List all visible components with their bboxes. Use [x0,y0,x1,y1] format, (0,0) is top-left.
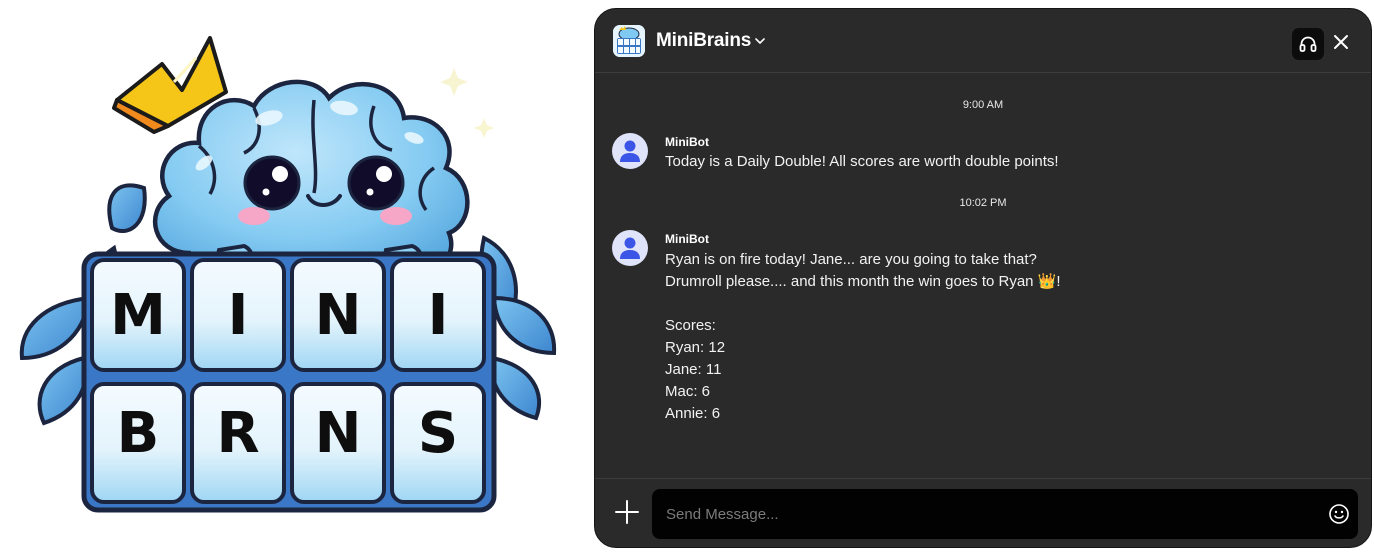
close-button[interactable] [1330,31,1352,53]
chevron-down-icon[interactable] [753,36,767,46]
composer [595,478,1371,547]
headphones-button[interactable] [1292,28,1324,60]
headphones-icon [1299,36,1317,52]
message-text: Today is a Daily Double! All scores are … [665,153,1059,170]
smiley-icon[interactable] [1328,503,1350,525]
tile-letter: N [315,401,362,466]
plus-icon[interactable] [614,499,640,525]
message-input-box [652,489,1358,539]
app-name[interactable]: MiniBrains [656,30,751,52]
tile-letter: S [418,401,458,466]
tile-letter: I [228,283,249,348]
chat-header: MiniBrains [595,9,1371,73]
message-sender: MiniBot [665,135,709,149]
message-input[interactable] [666,489,1306,539]
message-list: 9:00 AM MiniBot Today is a Daily Double!… [595,73,1371,478]
tile-letter: N [315,283,362,348]
sparkle-icons [440,68,494,138]
minibrains-logo: M I N I B R N S [14,28,562,518]
tile-letter: B [117,401,160,466]
timestamp: 9:00 AM [962,99,1004,111]
chat-window: MiniBrains 9:00 AM MiniBot Today is a Da… [594,8,1372,548]
user-icon [620,237,640,259]
tile-letter: I [428,283,449,348]
app-logo-icon[interactable] [613,25,645,57]
user-icon [620,140,640,162]
tile-letter: M [110,283,166,348]
close-icon [1334,35,1348,49]
timestamp: 10:02 PM [959,197,1007,209]
bot-avatar [612,133,648,169]
message-text: Ryan is on fire today! Jane... are you g… [665,251,1061,422]
tile-letter: R [216,401,259,466]
bot-avatar [612,230,648,266]
message-sender: MiniBot [665,232,709,246]
